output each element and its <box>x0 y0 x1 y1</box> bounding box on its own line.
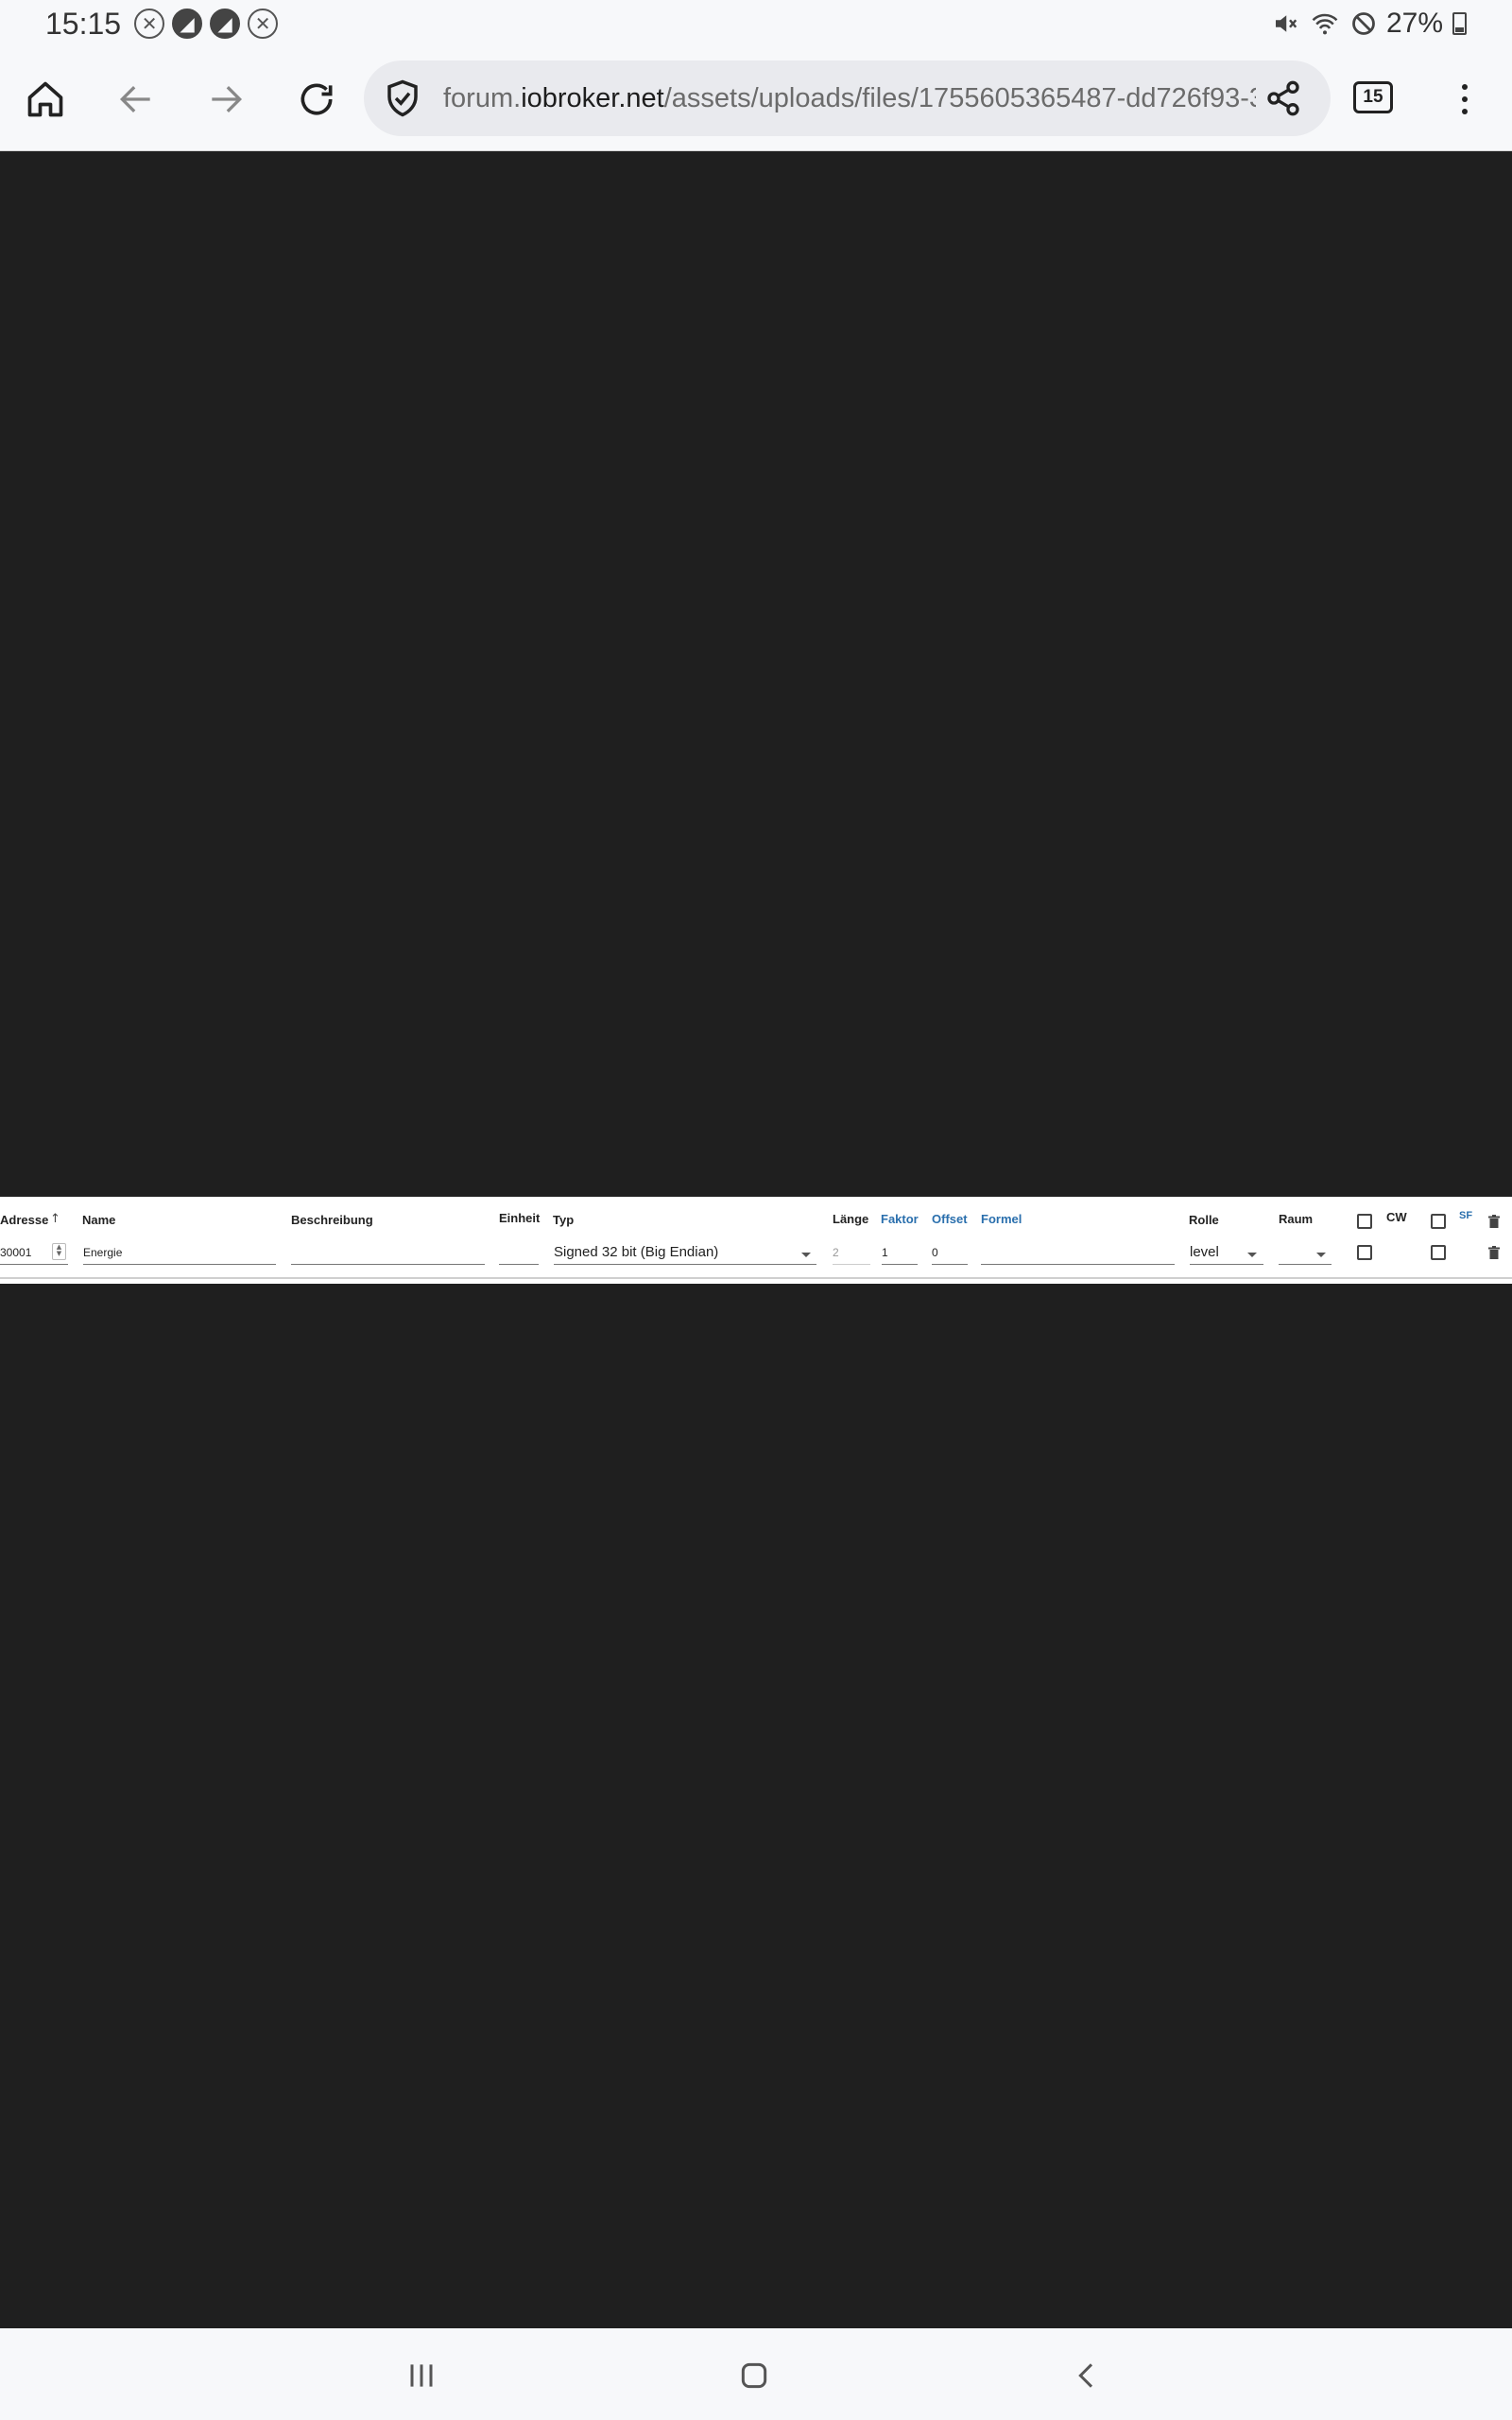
cell-faktor[interactable]: 1 <box>882 1246 888 1259</box>
header-laenge[interactable]: Länge <box>833 1212 868 1226</box>
forward-button[interactable] <box>198 71 254 128</box>
underline-raum <box>1279 1264 1332 1265</box>
mute-icon <box>1275 15 1297 32</box>
select-all-sf-checkbox[interactable] <box>1431 1214 1446 1229</box>
status-time: 15:15 <box>45 6 122 41</box>
underline-laenge <box>833 1264 870 1265</box>
url-host-main: iobroker.net <box>521 82 664 113</box>
header-offset[interactable]: Offset <box>932 1212 968 1226</box>
shield-check-icon <box>387 79 418 117</box>
cell-laenge: 2 <box>833 1246 839 1259</box>
header-sf: SF <box>1459 1210 1473 1221</box>
header-name[interactable]: Name <box>82 1213 115 1227</box>
chevron-down-icon[interactable] <box>1247 1253 1257 1257</box>
cell-offset[interactable]: 0 <box>932 1246 938 1259</box>
home-circle-icon <box>741 2362 767 2389</box>
app-icon: ◢ <box>172 9 203 39</box>
back-button[interactable] <box>108 71 164 128</box>
underline-beschreibung <box>291 1264 485 1265</box>
uploaded-image: Adresse ↑ Name Beschreibung Einheit Typ … <box>0 1197 1512 1284</box>
delete-all-icon[interactable] <box>1488 1215 1500 1228</box>
share-icon <box>1267 80 1299 116</box>
arrow-right-icon <box>212 85 243 113</box>
status-right: 27% <box>1271 8 1467 40</box>
header-cw: CW <box>1386 1210 1407 1224</box>
delete-row-icon[interactable] <box>1488 1246 1500 1259</box>
x-icon: ✕ <box>134 9 165 39</box>
status-bar: 15:15 ✕ ◢ ◢ ✕ 27% <box>0 0 1512 47</box>
url-path: /assets/uploads/files/1755605365487-dd72… <box>663 82 1256 113</box>
cell-adresse[interactable]: 30001 <box>0 1246 31 1259</box>
underline-typ <box>554 1264 816 1265</box>
do-not-disturb-icon <box>1352 12 1375 35</box>
select-all-cw-checkbox[interactable] <box>1357 1214 1372 1229</box>
header-faktor[interactable]: Faktor <box>881 1212 919 1226</box>
share-button[interactable] <box>1255 70 1312 127</box>
header-beschreibung[interactable]: Beschreibung <box>291 1213 373 1227</box>
row-cw-checkbox[interactable] <box>1357 1245 1372 1260</box>
underline-formel <box>981 1264 1175 1265</box>
battery-icon <box>1452 12 1467 35</box>
row-sf-checkbox[interactable] <box>1431 1245 1446 1260</box>
app-icon: ◢ <box>210 9 241 39</box>
menu-dot <box>1462 95 1468 102</box>
cell-name[interactable]: Energie <box>83 1246 122 1259</box>
url-host-prefix: forum. <box>443 82 522 113</box>
tabs-button[interactable]: 15 <box>1353 81 1393 113</box>
header-einheit[interactable]: Einheit <box>499 1211 540 1225</box>
number-spinner-icon[interactable]: ▲ ▼ <box>52 1243 66 1260</box>
chevron-down-icon[interactable] <box>1316 1253 1326 1257</box>
browser-toolbar: forum.iobroker.net/assets/uploads/files/… <box>0 47 1512 151</box>
menu-dot <box>1462 108 1468 114</box>
url-text[interactable]: forum.iobroker.net/assets/uploads/files/… <box>443 83 1256 114</box>
address-bar[interactable]: forum.iobroker.net/assets/uploads/files/… <box>364 60 1331 136</box>
reload-button[interactable] <box>288 71 345 128</box>
header-typ[interactable]: Typ <box>553 1213 574 1227</box>
sort-up-icon[interactable]: ↑ <box>50 1212 60 1226</box>
reload-icon <box>301 83 333 115</box>
wifi-icon <box>1312 13 1338 35</box>
home-icon <box>27 81 63 117</box>
header-adresse[interactable]: Adresse <box>0 1213 48 1227</box>
home-button[interactable] <box>17 71 74 128</box>
recent-apps-icon <box>410 2364 433 2387</box>
notification-icons: ✕ ◢ ◢ ✕ <box>134 9 279 39</box>
underline-einheit <box>499 1264 539 1265</box>
home-nav-button[interactable] <box>726 2347 782 2404</box>
x-icon: ✕ <box>248 9 279 39</box>
more-menu-button[interactable] <box>1446 74 1484 125</box>
underline-rolle <box>1190 1264 1263 1265</box>
underline-name <box>83 1264 276 1265</box>
cell-rolle-select[interactable]: level <box>1190 1244 1219 1260</box>
header-rolle[interactable]: Rolle <box>1189 1213 1219 1227</box>
underline-faktor <box>882 1264 918 1265</box>
system-navigation-bar <box>0 2328 1512 2420</box>
battery-percent: 27% <box>1385 8 1443 39</box>
cell-typ-select[interactable]: Signed 32 bit (Big Endian) <box>554 1244 718 1260</box>
menu-dot <box>1462 84 1468 91</box>
header-formel[interactable]: Formel <box>981 1212 1022 1226</box>
header-raum[interactable]: Raum <box>1279 1212 1313 1226</box>
recent-apps-button[interactable] <box>393 2347 450 2404</box>
chevron-left-icon <box>1078 2363 1093 2388</box>
underline-adresse <box>0 1264 68 1265</box>
table-divider <box>0 1277 1512 1279</box>
back-nav-button[interactable] <box>1058 2347 1115 2404</box>
underline-offset <box>932 1264 968 1265</box>
chevron-down-icon[interactable] <box>801 1253 811 1257</box>
arrow-left-icon <box>119 85 150 113</box>
